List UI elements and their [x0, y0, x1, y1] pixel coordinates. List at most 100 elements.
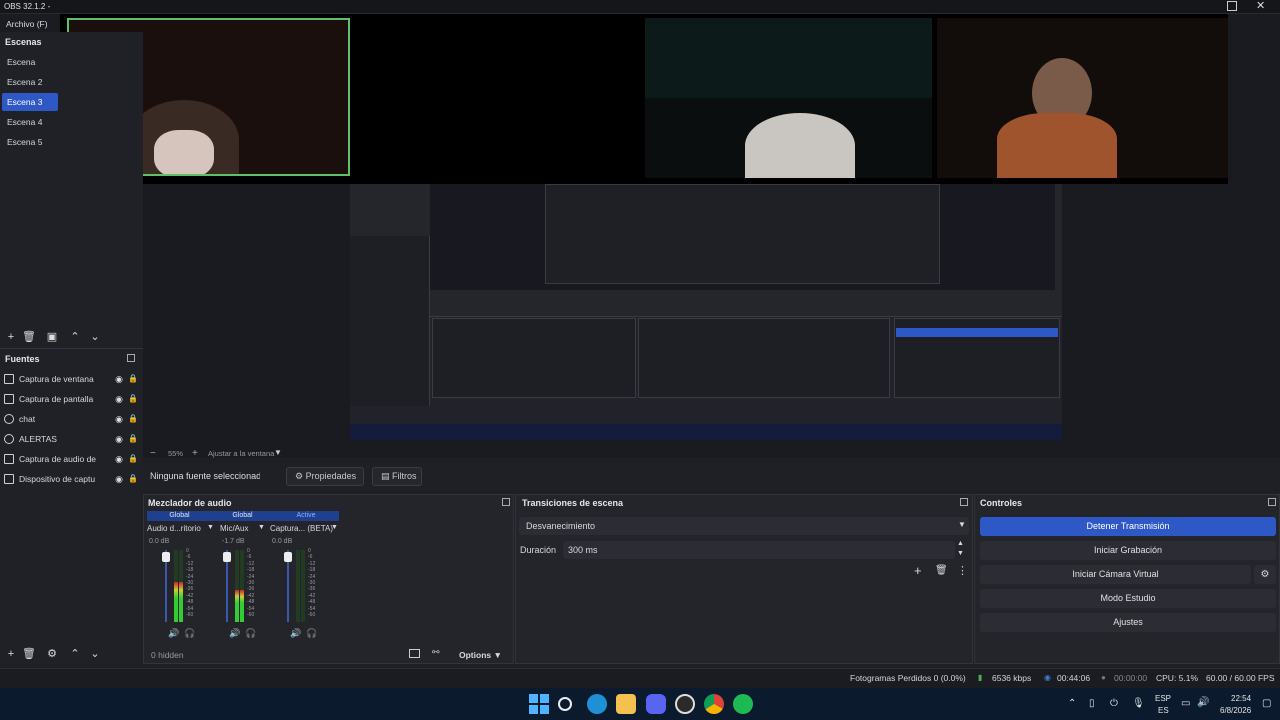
edge-icon[interactable] [587, 694, 607, 714]
mixer-dock-menu-icon[interactable] [502, 498, 510, 506]
lang-top[interactable]: ESP [1155, 694, 1171, 703]
start-recording-button[interactable]: Iniciar Grabación [980, 541, 1276, 560]
notifications-icon[interactable]: ▢ [1262, 698, 1271, 709]
webcam-feed-3[interactable] [937, 18, 1228, 178]
windows-start-icon[interactable] [529, 694, 549, 714]
mic-icon[interactable]: 🎙 [1132, 698, 1145, 709]
controls-dock-menu-icon[interactable] [1268, 498, 1276, 506]
tray-overflow-icon[interactable]: ⌃ [1068, 698, 1076, 709]
scenes-header: Escenas [5, 37, 42, 47]
scene-item-2[interactable]: Escena 2 [2, 73, 58, 91]
mute-icon[interactable]: 🔊 [290, 628, 301, 639]
duration-input[interactable]: 300 ms [563, 541, 955, 559]
remove-transition-icon[interactable]: 🗑 [935, 565, 948, 576]
mixer-options-button[interactable]: Options ▼ [459, 650, 502, 660]
duration-down-icon[interactable]: ▼ [957, 550, 964, 557]
file-explorer-icon[interactable] [616, 694, 636, 714]
lang-bottom[interactable]: ES [1158, 706, 1169, 715]
properties-button[interactable]: ⚙ Propiedades [286, 467, 364, 486]
scene-filters-button[interactable]: ▣ [45, 330, 59, 344]
duration-up-icon[interactable]: ▲ [957, 540, 964, 547]
virtual-camera-button[interactable]: Iniciar Cámara Virtual [980, 565, 1251, 584]
volume-fader-handle[interactable] [223, 552, 231, 562]
mixer-link-icon[interactable]: ⚯ [432, 647, 440, 658]
scene-item-5[interactable]: Escena 5 [2, 133, 58, 151]
scene-item-4[interactable]: Escena 4 [2, 113, 58, 131]
spotify-icon[interactable] [733, 694, 753, 714]
remove-scene-button[interactable]: 🗑 [22, 330, 36, 344]
channel-name-1: Audio d...ritorio [147, 524, 201, 533]
virtual-camera-settings-icon[interactable]: ⚙ [1254, 565, 1276, 584]
scene-item-1[interactable]: Escena [2, 53, 58, 71]
fit-dropdown-icon[interactable]: ▼ [274, 448, 282, 457]
sources-dock-menu-icon[interactable] [127, 354, 135, 362]
lock-icon[interactable]: 🔒 [128, 474, 138, 484]
add-scene-button[interactable]: + [4, 330, 18, 344]
network-icon[interactable]: ▭ [1181, 698, 1190, 709]
source-settings-button[interactable]: ⚙ [45, 647, 59, 661]
transitions-dock-menu-icon[interactable] [960, 498, 968, 506]
meter-scale-label: -60 [308, 612, 316, 618]
source-row[interactable]: chat ◉ 🔒 [4, 410, 138, 428]
monitor-icon[interactable]: 🎧 [245, 628, 256, 639]
add-source-button[interactable]: + [4, 647, 18, 661]
source-row[interactable]: Dispositivo de captu ◉ 🔒 [4, 470, 138, 488]
battery-icon[interactable]: ▯ [1089, 698, 1095, 709]
transition-menu-icon[interactable]: ⋮ [957, 564, 968, 577]
source-row[interactable]: Captura de ventana ◉ 🔒 [4, 370, 138, 388]
lock-icon[interactable]: 🔒 [128, 434, 138, 444]
mute-icon[interactable]: 🔊 [168, 628, 179, 639]
obs-icon[interactable] [675, 694, 695, 714]
volume-fader-handle[interactable] [162, 552, 170, 562]
zoom-out-button[interactable]: − [150, 448, 156, 459]
volume-fader-handle[interactable] [284, 552, 292, 562]
eye-icon[interactable]: ◉ [114, 374, 124, 384]
settings-button[interactable]: Ajustes [980, 613, 1276, 632]
lock-icon[interactable]: 🔒 [128, 394, 138, 404]
scene-item-3[interactable]: Escena 3 [2, 93, 58, 111]
lock-icon[interactable]: 🔒 [128, 414, 138, 424]
search-icon[interactable] [558, 697, 572, 711]
source-row[interactable]: ALERTAS ◉ 🔒 [4, 430, 138, 448]
channel-menu-icon[interactable]: ▼ [331, 524, 338, 531]
remove-source-button[interactable]: 🗑 [22, 647, 36, 661]
meter-scale-label: -18 [247, 567, 255, 574]
scene-down-button[interactable]: ⌄ [88, 330, 102, 344]
eye-icon[interactable]: ◉ [114, 414, 124, 424]
transition-select[interactable]: Desvanecimiento ▼ [519, 517, 969, 535]
fit-window-label[interactable]: Ajustar a la ventana [208, 449, 274, 458]
monitor-icon[interactable]: 🎧 [184, 628, 195, 639]
channel-menu-icon[interactable]: ▼ [207, 524, 214, 531]
source-down-button[interactable]: ⌄ [88, 647, 102, 661]
stop-stream-button[interactable]: Detener Transmisión [980, 517, 1276, 536]
menu-archivo[interactable]: Archivo (F) [6, 19, 48, 29]
monitor-icon[interactable]: 🎧 [306, 628, 317, 639]
scene-up-button[interactable]: ⌃ [68, 330, 82, 344]
lock-icon[interactable]: 🔒 [128, 374, 138, 384]
volume-icon[interactable]: 🔊 [1197, 697, 1209, 708]
restore-icon[interactable] [1227, 1, 1237, 11]
audio-capture-icon [4, 454, 14, 464]
clock-date[interactable]: 6/8/2026 [1220, 706, 1251, 715]
source-row[interactable]: Captura de audio de ◉ 🔒 [4, 450, 138, 468]
lock-icon[interactable]: 🔒 [128, 454, 138, 464]
channel-menu-icon[interactable]: ▼ [258, 524, 265, 531]
discord-icon[interactable] [646, 694, 666, 714]
source-row[interactable]: Captura de pantalla ◉ 🔒 [4, 390, 138, 408]
eye-icon[interactable]: ◉ [114, 474, 124, 484]
mute-icon[interactable]: 🔊 [229, 628, 240, 639]
usb-icon[interactable]: ⏻ [1110, 698, 1118, 709]
source-up-button[interactable]: ⌃ [68, 647, 82, 661]
studio-mode-button[interactable]: Modo Estudio [980, 589, 1276, 608]
eye-icon[interactable]: ◉ [114, 454, 124, 464]
eye-icon[interactable]: ◉ [114, 434, 124, 444]
eye-icon[interactable]: ◉ [114, 394, 124, 404]
webcam-feed-2[interactable] [645, 18, 932, 178]
clock-time[interactable]: 22:54 [1231, 694, 1251, 703]
add-transition-icon[interactable]: + [914, 563, 922, 578]
mixer-layout-icon[interactable] [409, 649, 420, 658]
filters-button[interactable]: ▤ Filtros [372, 467, 422, 486]
zoom-in-button[interactable]: + [192, 448, 198, 459]
close-icon[interactable]: ✕ [1256, 0, 1268, 12]
chrome-icon[interactable] [704, 694, 724, 714]
